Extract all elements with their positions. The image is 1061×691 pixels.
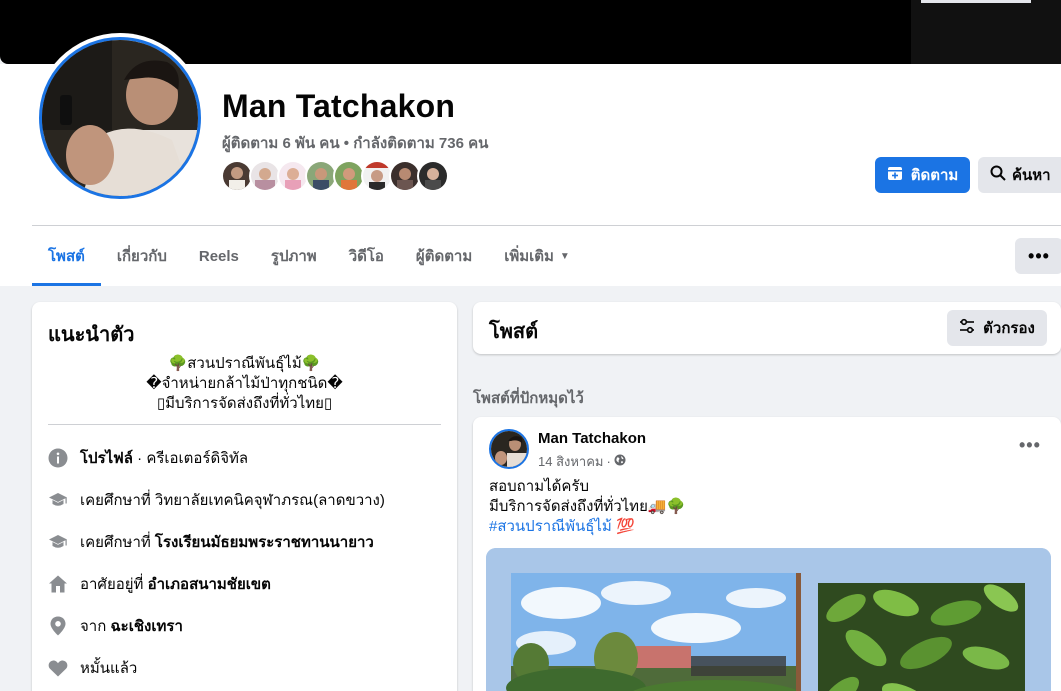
intro-text: จาก	[80, 618, 111, 635]
tab-posts[interactable]: โพสต์	[32, 226, 101, 286]
tab-reels[interactable]: Reels	[183, 226, 255, 286]
bio-line: 🌳สวนปราณีพันธุ์ไม้🌳	[168, 355, 321, 372]
intro-text[interactable]: วิทยาลัยเทคนิคจุฬาภรณ(ลาดขวาง)	[155, 492, 385, 509]
profile-name: Man Tatchakon	[222, 88, 456, 124]
tab-videos[interactable]: วิดีโอ	[333, 226, 400, 286]
info-icon	[48, 448, 68, 468]
tab-label: รูปภาพ	[270, 248, 317, 265]
post-text: สอบถามได้ครับ มีบริการจัดส่งถึงที่ทั่วไท…	[489, 477, 685, 537]
post-meta: 14 สิงหาคม ·	[538, 451, 626, 472]
profile-avatar[interactable]	[35, 33, 205, 203]
more-options-button[interactable]: •••	[1015, 238, 1061, 274]
profile-photo	[39, 37, 201, 199]
pinned-posts-label: โพสต์ที่ปักหมุดไว้	[473, 390, 584, 407]
follower-avatar[interactable]	[417, 160, 449, 192]
cover-photo-right	[911, 0, 1061, 64]
intro-text: อาศัยอยู่ที่	[80, 576, 148, 593]
post-author-avatar[interactable]	[489, 429, 529, 469]
search-icon	[990, 165, 1006, 185]
intro-row-relationship: หมั้นแล้ว	[48, 653, 137, 683]
intro-row-education-1: เคยศึกษาที่ วิทยาลัยเทคนิคจุฬาภรณ(ลาดขวา…	[48, 485, 385, 515]
bio-line: ▯มีบริการจัดส่งถึงที่ทั่วไทย▯	[156, 395, 333, 412]
graduation-cap-icon	[48, 490, 68, 510]
intro-title: แนะนำตัว	[48, 324, 135, 346]
posts-header-card: โพสต์ ตัวกรอง	[473, 302, 1061, 354]
tab-photos[interactable]: รูปภาพ	[255, 226, 333, 286]
tab-label: ผู้ติดตาม	[415, 248, 473, 265]
tab-label: เกี่ยวกับ	[116, 248, 167, 265]
search-label: ค้นหา	[1012, 167, 1051, 184]
hashtag-emoji: 💯	[611, 518, 635, 535]
follow-label: ติดตาม	[910, 167, 959, 184]
tab-label: Reels	[198, 247, 239, 265]
followers-count[interactable]: ผู้ติดตาม 6 พัน คน	[222, 135, 340, 152]
filter-sliders-icon	[959, 318, 975, 338]
stats-separator: •	[339, 135, 354, 152]
tab-about[interactable]: เกี่ยวกับ	[101, 226, 183, 286]
intro-text: เคยศึกษาที่	[80, 534, 155, 551]
intro-divider	[48, 424, 441, 425]
intro-row-lives-in: อาศัยอยู่ที่ อำเภอสนามชัยเขต	[48, 569, 271, 599]
ellipsis-icon: •••	[1028, 245, 1050, 266]
intro-bold-link[interactable]: โรงเรียนมัธยมพระราชทานนายาว	[155, 534, 374, 551]
intro-row-education-2: เคยศึกษาที่ โรงเรียนมัธยมพระราชทานนายาว	[48, 527, 374, 557]
follow-icon	[887, 165, 903, 185]
location-pin-icon	[48, 616, 68, 636]
search-button[interactable]: ค้นหา	[978, 157, 1061, 193]
tab-label: วิดีโอ	[348, 248, 384, 265]
intro-text: เคยศึกษาที่	[80, 492, 155, 509]
filter-button[interactable]: ตัวกรอง	[947, 310, 1047, 346]
tab-more[interactable]: เพิ่มเติม ▼	[488, 226, 586, 286]
follow-button[interactable]: ติดตาม	[875, 157, 970, 193]
intro-row-profile: โปรไฟล์ · ครีเอเตอร์ดิจิทัล	[48, 443, 248, 473]
globe-icon	[614, 454, 626, 469]
filter-label: ตัวกรอง	[983, 320, 1035, 337]
meta-separator: ·	[606, 454, 611, 469]
intro-bold-link[interactable]: อำเภอสนามชัยเขต	[148, 576, 271, 593]
intro-bold-link[interactable]: ฉะเชิงเทรา	[110, 618, 182, 635]
intro-bio: 🌳สวนปราณีพันธุ์ไม้🌳 �จำหน่ายกล้าไม้ป่าทุ…	[32, 354, 457, 414]
tab-label: โพสต์	[48, 248, 85, 265]
intro-card: แนะนำตัว 🌳สวนปราณีพันธุ์ไม้🌳 �จำหน่ายกล้…	[32, 302, 457, 691]
tab-label: เพิ่มเติม	[504, 248, 554, 265]
hashtag-link[interactable]: #สวนปราณีพันธุ์ไม้	[489, 518, 612, 535]
post-date[interactable]: 14 สิงหาคม	[538, 451, 604, 472]
home-icon	[48, 574, 68, 594]
posts-title: โพสต์	[489, 321, 539, 343]
intro-text: หมั้นแล้ว	[80, 660, 138, 677]
tab-followers[interactable]: ผู้ติดตาม	[400, 226, 488, 286]
graduation-cap-icon	[48, 532, 68, 552]
post-options-button[interactable]: •••	[1019, 435, 1041, 456]
bio-line: �จำหน่ายกล้าไม้ป่าทุกชนิด�	[146, 375, 343, 392]
post-text-line: มีบริการจัดส่งถึงที่ทั่วไทย🚚🌳	[489, 498, 686, 515]
profile-tabs: โพสต์ เกี่ยวกับ Reels รูปภาพ วิดีโอ ผู้ต…	[32, 226, 586, 286]
following-count[interactable]: กำลังติดตาม 736 คน	[353, 135, 488, 152]
follow-stats: ผู้ติดตาม 6 พัน คน • กำลังติดตาม 736 คน	[222, 131, 488, 155]
post-photos	[486, 548, 1051, 691]
follower-avatar-stack[interactable]	[221, 160, 449, 194]
intro-bold-text: โปรไฟล์	[80, 450, 133, 467]
cover-highlight	[921, 0, 1031, 3]
caret-down-icon: ▼	[559, 250, 570, 262]
post-image-collage[interactable]	[486, 548, 1051, 691]
post-text-line: สอบถามได้ครับ	[489, 478, 589, 495]
pinned-post: Man Tatchakon 14 สิงหาคม · ••• สอบถามได้…	[473, 417, 1061, 691]
intro-row-hometown: จาก ฉะเชิงเทรา	[48, 611, 183, 641]
heart-icon	[48, 658, 68, 678]
post-author-name[interactable]: Man Tatchakon	[538, 430, 646, 447]
intro-text: · ครีเอเตอร์ดิจิทัล	[133, 450, 249, 467]
